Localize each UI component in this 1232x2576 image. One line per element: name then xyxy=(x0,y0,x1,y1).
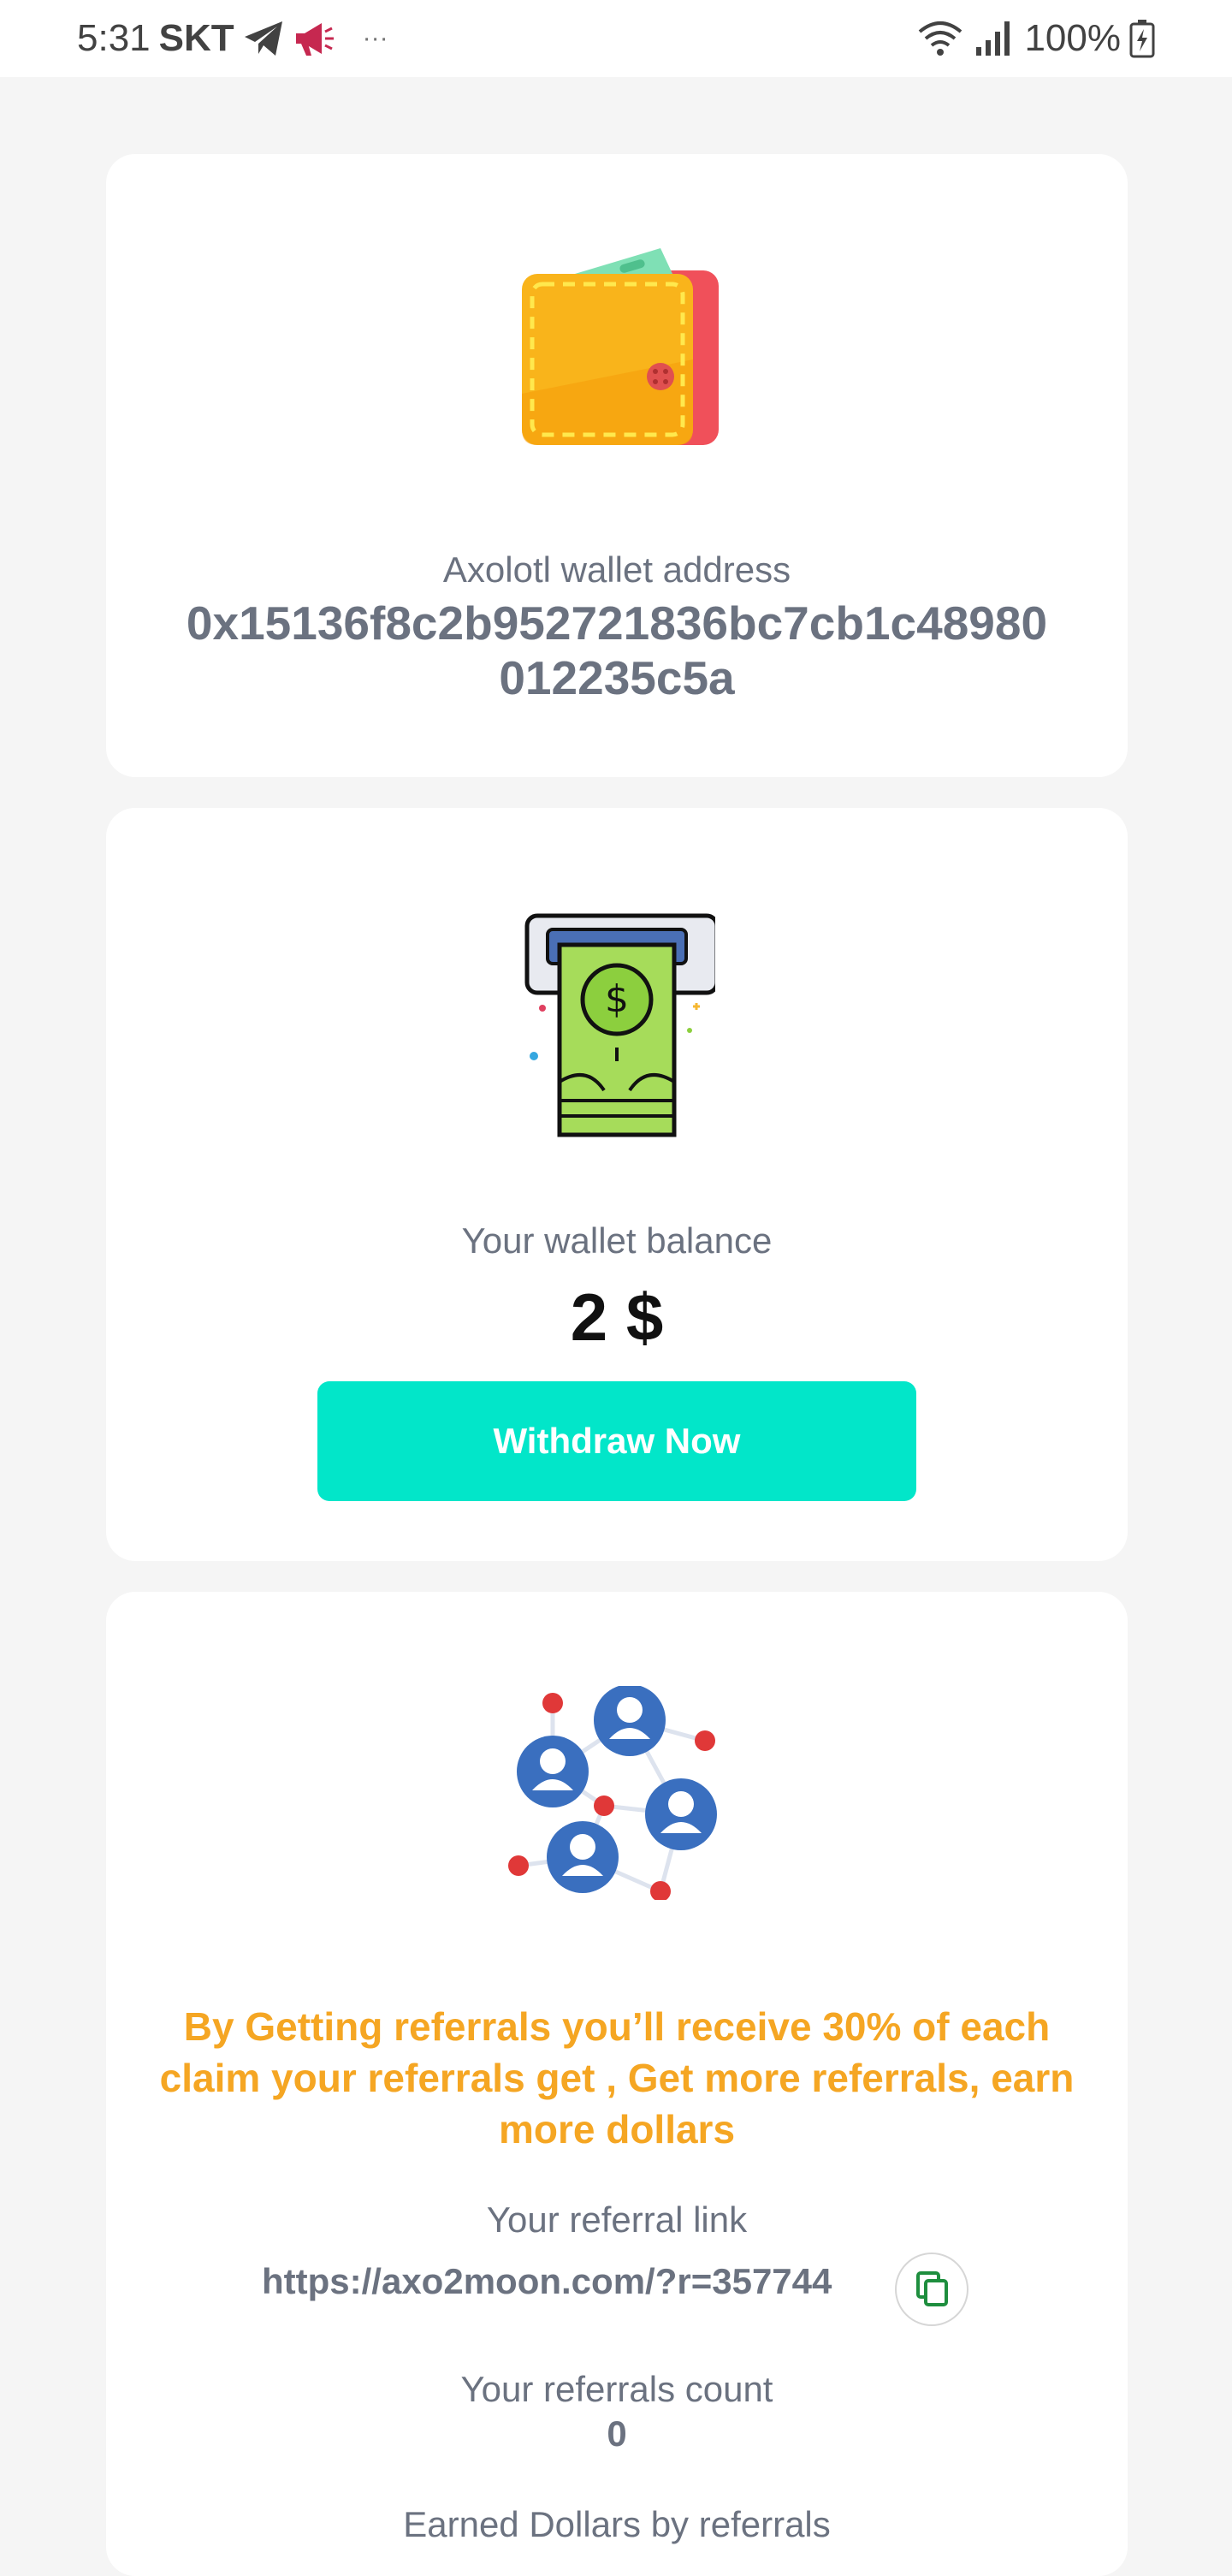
wallet-address-label: Axolotl wallet address xyxy=(442,549,791,590)
referrals-count-value: 0 xyxy=(607,2413,627,2454)
telegram-icon xyxy=(244,21,282,56)
referral-link-label: Your referral link xyxy=(486,2199,748,2240)
referrals-count-label: Your referrals count xyxy=(460,2369,773,2409)
wallet-balance-label: Your wallet balance xyxy=(461,1220,773,1261)
svg-text:$: $ xyxy=(605,977,629,1021)
status-bar-right: 100% xyxy=(916,15,1155,62)
copy-icon xyxy=(916,2271,948,2306)
wallet-balance-card: $ Your wallet balance 2 $ Withdraw Now xyxy=(106,808,1128,1561)
referral-link[interactable]: https://axo2moon.com/?r=357744 xyxy=(262,2261,832,2302)
wallet-address-card: Axolotl wallet address 0x15136f8c2b95272… xyxy=(106,154,1128,777)
wifi-icon xyxy=(919,21,962,56)
earned-dollars-label: Earned Dollars by referrals xyxy=(403,2504,831,2544)
referral-promo-text: By Getting referrals you’ll receive 30% … xyxy=(159,2004,1075,2152)
battery-charging-icon xyxy=(1129,20,1155,58)
wallet-address-value: 0x15136f8c2b952721836bc7cb1c48980012235c… xyxy=(186,597,1048,704)
status-bar: 5:31 SKT ··· 100% xyxy=(0,0,1232,77)
status-time: 5:31 xyxy=(77,17,151,59)
referral-link-row: https://axo2moon.com/?r=357744 xyxy=(106,2253,1128,2330)
referral-network-icon xyxy=(508,1686,717,1900)
megaphone-icon xyxy=(295,23,334,56)
status-more-indicator: ··· xyxy=(362,24,388,52)
withdraw-now-button[interactable]: Withdraw Now xyxy=(317,1381,916,1501)
wallet-icon xyxy=(522,248,719,445)
signal-icon xyxy=(976,21,1010,56)
status-carrier: SKT xyxy=(158,17,234,59)
battery-percentage: 100% xyxy=(1024,17,1121,59)
status-bar-left: 5:31 SKT ··· xyxy=(77,15,388,62)
copy-referral-link-button[interactable] xyxy=(895,2253,968,2326)
wallet-balance-value: 2 $ xyxy=(570,1279,664,1355)
referral-card: By Getting referrals you’ll receive 30% … xyxy=(106,1592,1128,2576)
atm-cash-icon: $ xyxy=(524,913,715,1137)
